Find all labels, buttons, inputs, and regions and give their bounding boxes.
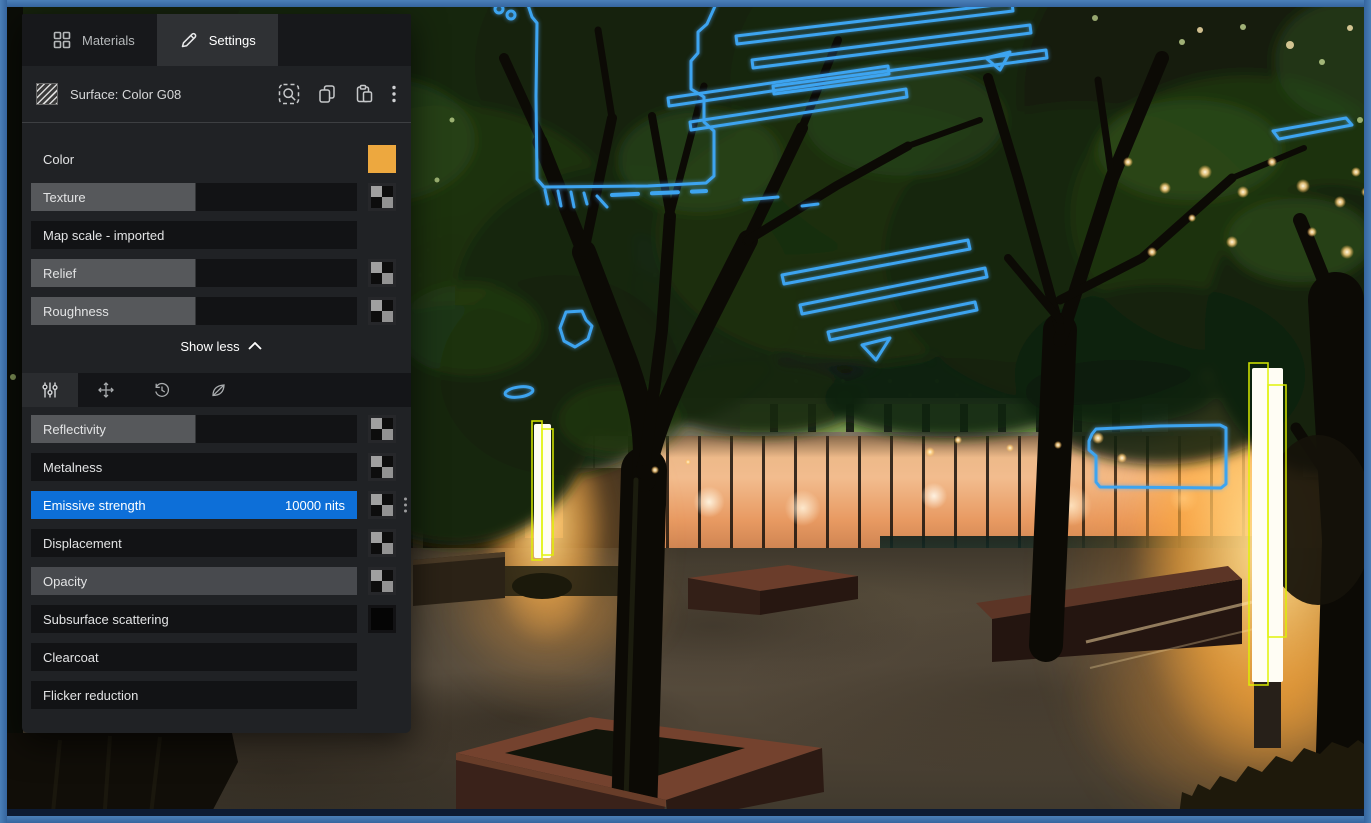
- paste-icon[interactable]: [354, 84, 374, 104]
- roughness-bar[interactable]: Roughness: [31, 297, 357, 325]
- metalness-thumbnail[interactable]: [368, 453, 396, 481]
- property-row-texture[interactable]: Texture: [31, 183, 411, 211]
- left-edge-trunk: [7, 0, 23, 823]
- subsurface-swatch[interactable]: [368, 605, 396, 633]
- property-label: Clearcoat: [43, 650, 99, 665]
- property-rows-advanced: Reflectivity Metalness Emissive strength…: [22, 407, 411, 709]
- window-border: [0, 0, 1371, 7]
- property-label: Flicker reduction: [43, 688, 138, 703]
- property-label: Roughness: [43, 304, 109, 319]
- tool-tab-bar: [22, 373, 411, 407]
- metalness-bar[interactable]: Metalness: [31, 453, 357, 481]
- tool-tab-nature[interactable]: [190, 373, 246, 407]
- leaf-icon: [209, 381, 227, 399]
- grass-tuft: [512, 573, 572, 599]
- reflectivity-bar[interactable]: Reflectivity: [31, 415, 357, 443]
- emissive-bar-selected[interactable]: Emissive strength 10000 nits: [31, 491, 357, 519]
- emissive-value: 10000 nits: [285, 498, 345, 513]
- property-row-metalness[interactable]: Metalness: [31, 453, 411, 481]
- property-label: Subsurface scattering: [43, 612, 169, 627]
- tool-tab-adjust[interactable]: [22, 373, 78, 407]
- property-label: Color: [43, 152, 74, 167]
- property-row-relief[interactable]: Relief: [31, 259, 411, 287]
- property-row-clearcoat[interactable]: Clearcoat: [31, 643, 411, 671]
- property-label: Emissive strength: [43, 498, 146, 513]
- property-row-roughness[interactable]: Roughness: [31, 297, 411, 325]
- opacity-thumbnail[interactable]: [368, 567, 396, 595]
- property-label: Opacity: [43, 574, 87, 589]
- property-row-map-scale[interactable]: Map scale - imported: [31, 221, 411, 249]
- emissive-thumbnail[interactable]: [368, 491, 396, 519]
- property-label: Relief: [43, 266, 76, 281]
- property-label: Texture: [43, 190, 86, 205]
- chevron-up-icon: [248, 342, 262, 350]
- more-options-icon[interactable]: [391, 84, 397, 104]
- bottom-taskbar-strip: [7, 809, 1364, 816]
- property-row-reflectivity[interactable]: Reflectivity: [31, 415, 411, 443]
- property-label: Reflectivity: [43, 422, 106, 437]
- relief-thumbnail[interactable]: [368, 259, 396, 287]
- history-icon: [153, 381, 171, 399]
- move-icon: [97, 381, 115, 399]
- lit-leaf: [10, 374, 16, 380]
- pencil-icon: [179, 30, 199, 50]
- property-row-subsurface[interactable]: Subsurface scattering: [31, 605, 411, 633]
- texture-thumbnail[interactable]: [368, 183, 396, 211]
- pick-material-icon[interactable]: [278, 83, 300, 105]
- property-label: Displacement: [43, 536, 122, 551]
- texture-bar[interactable]: Texture: [31, 183, 357, 211]
- reflectivity-thumbnail[interactable]: [368, 415, 396, 443]
- tab-settings-label: Settings: [209, 33, 256, 48]
- clearcoat-bar[interactable]: Clearcoat: [31, 643, 357, 671]
- flicker-bar[interactable]: Flicker reduction: [31, 681, 357, 709]
- application-window: Materials Settings Surface: Color G08: [0, 0, 1371, 823]
- tab-materials-label: Materials: [82, 33, 135, 48]
- tab-settings[interactable]: Settings: [157, 14, 278, 66]
- property-row-emissive[interactable]: Emissive strength 10000 nits: [31, 491, 411, 519]
- property-label: Map scale - imported: [43, 228, 164, 243]
- window-border: [1364, 0, 1371, 823]
- property-row-flicker[interactable]: Flicker reduction: [31, 681, 411, 709]
- displacement-bar[interactable]: Displacement: [31, 529, 357, 557]
- grid-icon: [52, 30, 72, 50]
- emissive-more-icon[interactable]: [403, 496, 408, 514]
- subsurface-bar[interactable]: Subsurface scattering: [31, 605, 357, 633]
- map-scale-bar[interactable]: Map scale - imported: [31, 221, 357, 249]
- displacement-thumbnail[interactable]: [368, 529, 396, 557]
- tab-materials[interactable]: Materials: [30, 14, 157, 66]
- window-border: [0, 0, 7, 823]
- show-less-button[interactable]: Show less: [31, 335, 411, 357]
- property-row-color[interactable]: Color: [31, 145, 411, 173]
- color-row-bar[interactable]: Color: [31, 145, 357, 173]
- property-row-displacement[interactable]: Displacement: [31, 529, 411, 557]
- color-swatch[interactable]: [368, 145, 396, 173]
- property-row-opacity[interactable]: Opacity: [31, 567, 411, 595]
- adjust-sliders-icon: [41, 381, 59, 399]
- material-settings-panel: Materials Settings Surface: Color G08: [22, 14, 411, 733]
- roughness-thumbnail[interactable]: [368, 297, 396, 325]
- show-less-label: Show less: [180, 339, 239, 354]
- copy-icon[interactable]: [317, 84, 337, 104]
- surface-swatch[interactable]: [36, 83, 58, 105]
- relief-bar[interactable]: Relief: [31, 259, 357, 287]
- opacity-bar[interactable]: Opacity: [31, 567, 357, 595]
- surface-title: Surface: Color G08: [70, 87, 278, 102]
- tool-tab-move[interactable]: [78, 373, 134, 407]
- surface-header: Surface: Color G08: [22, 66, 411, 123]
- tool-tab-history[interactable]: [134, 373, 190, 407]
- property-rows-basic: Color Texture Map scale - imported Relie…: [22, 123, 411, 357]
- property-label: Metalness: [43, 460, 102, 475]
- panel-tab-bar: Materials Settings: [22, 14, 411, 66]
- window-border: [0, 816, 1371, 823]
